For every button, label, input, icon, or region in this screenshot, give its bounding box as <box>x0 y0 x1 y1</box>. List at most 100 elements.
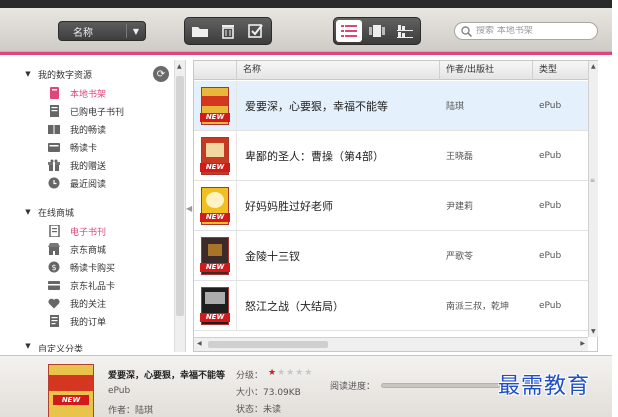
star-icon[interactable]: ★ <box>295 368 304 378</box>
book-title: 爱要深，心要狠，幸福不能等 <box>245 99 388 113</box>
sidebar-item-purchased[interactable]: 已购电子书刊 <box>18 102 168 120</box>
section-title: 我的数字资源 <box>38 70 93 81</box>
sidebar-item-follow[interactable]: 我的关注 <box>18 294 168 312</box>
book-actions-group <box>184 17 272 45</box>
rating-label: 分级： <box>236 371 264 381</box>
sidebar-item-reading-card[interactable]: 畅读卡 <box>18 138 168 156</box>
order-icon <box>48 315 60 327</box>
scroll-up-icon[interactable]: ▲ <box>177 63 182 70</box>
view-mode-group <box>333 17 421 45</box>
shelf-view-icon <box>397 25 413 38</box>
list-view-button[interactable] <box>336 20 362 42</box>
sidebar-item-local-shelf[interactable]: 本地书架 <box>18 84 168 102</box>
column-header-author[interactable]: 作者/出版社 <box>440 61 533 80</box>
sidebar-item-orders[interactable]: 我的订单 <box>18 312 168 330</box>
book-cover: NEW <box>200 236 230 275</box>
table-row[interactable]: NEW 爱要深，心要狠，幸福不能等 陆琪 ePub <box>194 81 588 131</box>
detail-book-cover: NEW <box>48 364 94 417</box>
scroll-down-icon[interactable]: ▼ <box>591 328 596 335</box>
table-row[interactable]: NEW 卑鄙的圣人：曹操（第4部） 王晓磊 ePub <box>194 131 588 181</box>
new-badge: NEW <box>200 312 230 322</box>
scrollbar-thumb[interactable] <box>208 341 328 348</box>
column-header-name[interactable]: 名称 <box>237 61 440 80</box>
book-type: ePub <box>539 250 562 261</box>
sort-dropdown[interactable]: 名称 ▼ <box>58 21 146 41</box>
book-author: 王晓磊 <box>446 152 474 162</box>
book-title: 卑鄙的圣人：曹操（第4部） <box>245 149 384 163</box>
delete-button[interactable] <box>215 20 241 42</box>
section-title: 在线商城 <box>38 208 75 219</box>
book-cover: NEW <box>200 186 230 225</box>
size-label: 大小： <box>236 388 264 398</box>
collapse-triangle-icon: ▼ <box>25 342 31 350</box>
table-row[interactable]: NEW 怒江之战（大结局） 南派三叔，乾坤 ePub <box>194 281 588 331</box>
sidebar-item-jd-store[interactable]: 京东商城 <box>18 240 168 258</box>
cover-view-button[interactable] <box>364 20 390 42</box>
star-icon[interactable]: ★ <box>277 368 286 378</box>
progress-label: 阅读进度： <box>330 382 376 392</box>
import-folder-button[interactable] <box>187 20 213 42</box>
table-horizontal-scrollbar[interactable]: ◀ ▶ <box>194 337 588 351</box>
card-buy-icon: $ <box>48 261 60 273</box>
select-button[interactable] <box>243 20 269 42</box>
detail-size: 大小：73.09KB <box>236 385 301 398</box>
sidebar-item-my-reading[interactable]: 我的畅读 <box>18 120 168 138</box>
rating-stars[interactable]: ★★★★★ <box>268 368 313 378</box>
list-view-icon <box>341 25 357 37</box>
collapse-triangle-icon: ▼ <box>25 208 31 216</box>
scroll-right-icon[interactable]: ▶ <box>580 340 585 347</box>
splitter-handle[interactable]: ◀ <box>186 204 192 213</box>
refresh-icon: ⟳ <box>156 68 166 80</box>
section-online-store[interactable]: ▼ 在线商城 <box>18 204 74 220</box>
chevron-down-icon: ▼ <box>132 26 140 36</box>
sidebar-item-label: 最近阅读 <box>70 179 107 190</box>
cover-column-header[interactable] <box>194 61 237 80</box>
scroll-grip-icon[interactable]: ≡ <box>590 177 595 184</box>
shelf-view-button[interactable] <box>392 20 418 42</box>
accent-divider <box>0 52 612 55</box>
table-row[interactable]: NEW 金陵十三钗 严歌苓 ePub <box>194 231 588 281</box>
star-icon[interactable]: ★ <box>286 368 295 378</box>
book-type: ePub <box>539 150 562 161</box>
search-input[interactable] <box>476 26 586 36</box>
scroll-left-icon[interactable]: ◀ <box>197 340 202 347</box>
sidebar-item-label: 电子书刊 <box>70 227 107 238</box>
refresh-button[interactable]: ⟳ <box>153 66 169 82</box>
book-type: ePub <box>539 300 562 311</box>
book-author: 尹建莉 <box>446 202 474 212</box>
sidebar-scrollbar[interactable]: ▲ <box>174 60 185 352</box>
folder-icon <box>192 27 208 37</box>
star-icon[interactable]: ★ <box>304 368 313 378</box>
sidebar-item-label: 京东礼品卡 <box>70 281 116 292</box>
status-value: 未读 <box>263 405 282 415</box>
search-box[interactable] <box>454 22 598 40</box>
section-my-resources[interactable]: ▼ 我的数字资源 <box>18 66 92 82</box>
sidebar-item-gift-card[interactable]: 京东礼品卡 <box>18 276 168 294</box>
sidebar: ▼ 我的数字资源 ⟳ 本地书架 已购电子书刊 我的畅读 畅读卡 我的赠送 最近阅… <box>18 60 186 352</box>
purchased-icon <box>48 105 60 117</box>
window-top-bar <box>0 0 612 8</box>
scrollbar-thumb[interactable] <box>176 76 184 316</box>
gift-card-icon <box>48 279 60 291</box>
table-vertical-scrollbar[interactable]: ▲ ≡ ▼ <box>588 61 598 337</box>
scroll-up-icon[interactable]: ▲ <box>591 63 596 70</box>
sidebar-item-buy-card[interactable]: $ 畅读卡购买 <box>18 258 168 276</box>
sidebar-item-label: 畅读卡购买 <box>70 263 116 274</box>
new-badge: NEW <box>200 262 230 272</box>
sidebar-item-ebooks[interactable]: 电子书刊 <box>18 222 168 240</box>
book-cover: NEW <box>200 286 230 325</box>
detail-type: ePub <box>108 386 131 396</box>
column-header-type[interactable]: 类型 <box>533 61 588 80</box>
star-icon[interactable]: ★ <box>268 368 277 378</box>
detail-title: 爱要深，心要狠，幸福不能等 <box>108 371 226 381</box>
sidebar-item-my-gifts[interactable]: 我的赠送 <box>18 156 168 174</box>
section-custom[interactable]: ▼ 自定义分类 <box>18 342 83 352</box>
watermark-text: 最需教育 <box>498 374 591 399</box>
cover-cell: NEW <box>194 81 237 130</box>
bookshelf-icon <box>48 87 60 99</box>
new-badge: NEW <box>200 212 230 222</box>
cover-cell: NEW <box>194 281 237 330</box>
sidebar-item-label: 京东商城 <box>70 245 107 256</box>
table-row[interactable]: NEW 好妈妈胜过好老师 尹建莉 ePub <box>194 181 588 231</box>
sidebar-item-recent[interactable]: 最近阅读 <box>18 174 168 192</box>
